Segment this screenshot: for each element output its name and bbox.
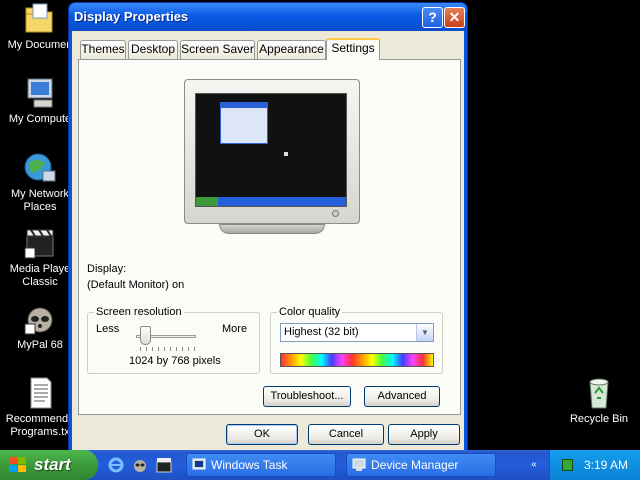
slider-tick (146, 347, 147, 351)
dialog-client-area: Themes Desktop Screen Saver Appearance S… (72, 31, 464, 451)
screen-resolution-title: Screen resolution (94, 306, 184, 318)
desktop-icon-label: Recycle Bin (569, 413, 629, 425)
slider-tick (164, 347, 165, 351)
preview-window-thumbnail (220, 102, 268, 144)
tray-expand-icon[interactable]: « (526, 457, 542, 473)
desktop-icon-recycle-bin[interactable]: Recycle Bin (559, 376, 639, 426)
color-quality-dropdown[interactable]: Highest (32 bit) ▼ (280, 323, 434, 342)
ok-button[interactable]: OK (226, 424, 298, 445)
slider-tick (188, 347, 189, 351)
close-button[interactable]: ✕ (444, 7, 465, 28)
more-label: More (222, 323, 248, 335)
task-manager-icon (192, 458, 206, 470)
slider-tick (158, 347, 159, 351)
tray-app-icon[interactable] (562, 459, 573, 471)
taskbar: start Windows Task Manager Device Manage… (0, 450, 640, 480)
troubleshoot-button[interactable]: Troubleshoot... (263, 386, 351, 407)
monitor-preview (184, 79, 360, 224)
recycle-bin-icon (582, 376, 616, 410)
slider-tick (170, 347, 171, 351)
slider-tick (152, 347, 153, 351)
color-quality-group: Color quality Highest (32 bit) ▼ (270, 306, 443, 374)
display-label: Display: (87, 263, 127, 275)
resolution-value: 1024 by 768 pixels (129, 355, 221, 367)
monitor-screen (195, 93, 347, 207)
start-label: start (34, 455, 71, 474)
task-windows-task-manager[interactable]: Windows Task Manager (186, 453, 336, 477)
slider-tick (182, 347, 183, 351)
apply-button[interactable]: Apply (388, 424, 460, 445)
start-button[interactable]: start (0, 450, 98, 480)
folder-icon (23, 2, 57, 36)
cancel-button[interactable]: Cancel (308, 424, 384, 445)
window-title: Display Properties (74, 9, 189, 24)
monitor-stand (219, 224, 325, 234)
windows-logo-icon (9, 457, 26, 472)
screen-resolution-group: Screen resolution Less More 1024 by 768 … (87, 306, 260, 374)
clapperboard-icon (23, 226, 57, 260)
monitor-power-led (332, 210, 339, 217)
task-device-manager[interactable]: Device Manager (346, 453, 496, 477)
task-label: Device Manager (371, 458, 459, 472)
raccoon-quicklaunch-icon[interactable] (132, 457, 148, 473)
chevron-down-icon[interactable]: ▼ (416, 324, 433, 341)
color-spectrum-bar (280, 353, 434, 367)
less-label: Less (96, 323, 120, 335)
clapperboard-quicklaunch-icon[interactable] (156, 457, 172, 473)
preview-cursor (284, 152, 288, 156)
system-tray: 3:19 AM (549, 450, 640, 480)
preview-taskbar (196, 197, 346, 206)
internet-explorer-icon[interactable] (108, 457, 124, 473)
tab-appearance[interactable]: Appearance (257, 40, 326, 59)
color-quality-title: Color quality (277, 306, 343, 318)
color-quality-selected: Highest (32 bit) (284, 326, 359, 338)
tab-themes[interactable]: Themes (80, 40, 126, 59)
tab-settings[interactable]: Settings (326, 38, 380, 60)
text-document-icon (23, 376, 57, 410)
computer-icon (23, 76, 57, 110)
settings-tab-panel: Display: (Default Monitor) on Screen res… (78, 59, 461, 415)
clock[interactable]: 3:19 AM (584, 450, 628, 480)
title-bar[interactable]: Display Properties ? ✕ (69, 3, 467, 31)
slider-tick (176, 347, 177, 351)
tab-desktop[interactable]: Desktop (128, 40, 178, 59)
task-label: Windows Task Manager (211, 458, 288, 472)
slider-tick (140, 347, 141, 351)
raccoon-icon (23, 302, 57, 336)
tab-screen-saver[interactable]: Screen Saver (180, 40, 255, 59)
help-button[interactable]: ? (422, 7, 443, 28)
device-manager-icon (352, 458, 366, 471)
resolution-slider-thumb[interactable] (140, 326, 151, 345)
display-value: (Default Monitor) on (87, 279, 185, 291)
advanced-button[interactable]: Advanced (364, 386, 440, 407)
network-globe-icon (23, 151, 57, 185)
preview-start-button (196, 197, 218, 206)
display-properties-window: Display Properties ? ✕ Themes Desktop Sc… (68, 2, 468, 454)
slider-tick (194, 347, 195, 351)
